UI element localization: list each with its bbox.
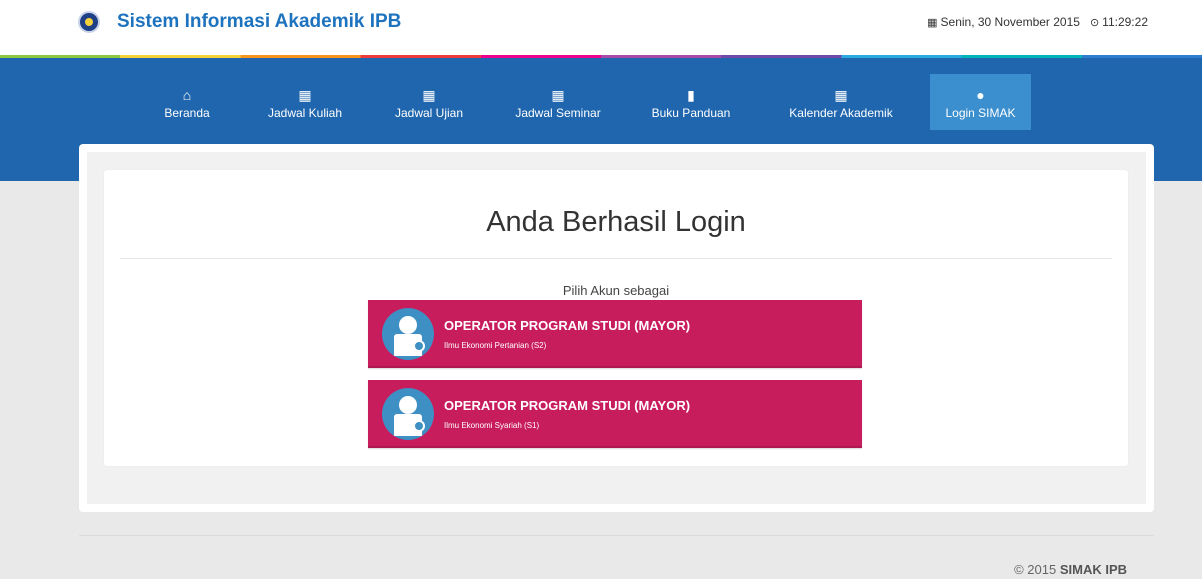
- calendar-icon: ▦: [551, 87, 565, 103]
- nav-label: Beranda: [164, 106, 210, 120]
- nav-beranda[interactable]: ⌂ Beranda: [162, 74, 212, 130]
- calendar-icon: ▦: [834, 87, 848, 103]
- content-card: Anda Berhasil Login Pilih Akun sebagai O…: [79, 144, 1154, 512]
- calendar-icon: ▦: [927, 17, 938, 29]
- nav-label: Jadwal Kuliah: [267, 106, 343, 120]
- user-avatar-icon: [382, 388, 434, 440]
- nav-label: Buku Panduan: [651, 106, 731, 120]
- copyright-brand: SIMAK IPB: [1059, 562, 1127, 577]
- copyright: © 2015 SIMAK IPB: [1014, 562, 1127, 577]
- book-icon: ▮: [687, 87, 695, 103]
- copyright-year: © 2015: [1014, 562, 1057, 577]
- nav-jadwal-ujian[interactable]: ▦ Jadwal Ujian: [391, 74, 467, 130]
- top-header: Sistem Informasi Akademik IPB ▦ Senin, 30…: [0, 0, 1202, 56]
- nav-jadwal-seminar[interactable]: ▦ Jadwal Seminar: [510, 74, 606, 130]
- clock-icon: ⊙: [1089, 17, 1100, 29]
- login-success-panel: Anda Berhasil Login Pilih Akun sebagai O…: [104, 170, 1128, 466]
- account-program: Ilmu Ekonomi Pertanian (S2): [444, 341, 547, 350]
- footer-divider: [79, 535, 1154, 536]
- account-option-1[interactable]: OPERATOR PROGRAM STUDI (MAYOR) Ilmu Ekon…: [368, 300, 862, 368]
- user-avatar-icon: [382, 308, 434, 360]
- nav-buku-panduan[interactable]: ▮ Buku Panduan: [646, 74, 736, 130]
- page-title: Anda Berhasil Login: [486, 206, 746, 238]
- date-time: ▦ Senin, 30 November 2015 ⊙ 11:29:22: [927, 15, 1148, 29]
- account-role: OPERATOR PROGRAM STUDI (MAYOR): [444, 398, 691, 413]
- content-inner: Anda Berhasil Login Pilih Akun sebagai O…: [87, 152, 1146, 504]
- ipb-logo-icon[interactable]: [78, 11, 100, 33]
- divider: [120, 258, 1112, 259]
- nav-label: Login SIMAK: [945, 106, 1016, 120]
- choose-account-label: Pilih Akun sebagai: [562, 283, 670, 298]
- nav-label: Jadwal Ujian: [394, 106, 464, 120]
- current-time: 11:29:22: [1102, 15, 1148, 29]
- user-icon: ●: [976, 87, 985, 103]
- account-program: Ilmu Ekonomi Syariah (S1): [444, 421, 540, 430]
- home-icon: ⌂: [182, 87, 192, 103]
- site-title[interactable]: Sistem Informasi Akademik IPB: [117, 11, 401, 33]
- calendar-icon: ▦: [422, 87, 436, 103]
- calendar-icon: ▦: [298, 87, 312, 103]
- nav-jadwal-kuliah[interactable]: ▦ Jadwal Kuliah: [265, 74, 345, 130]
- account-option-2[interactable]: OPERATOR PROGRAM STUDI (MAYOR) Ilmu Ekon…: [368, 380, 862, 448]
- nav-label: Kalender Akademik: [789, 106, 893, 120]
- nav-label: Jadwal Seminar: [515, 106, 601, 120]
- account-role: OPERATOR PROGRAM STUDI (MAYOR): [444, 318, 691, 333]
- nav-kalender-akademik[interactable]: ▦ Kalender Akademik: [781, 74, 901, 130]
- current-date: Senin, 30 November 2015: [940, 15, 1080, 29]
- nav-login-simak[interactable]: ● Login SIMAK: [930, 74, 1031, 130]
